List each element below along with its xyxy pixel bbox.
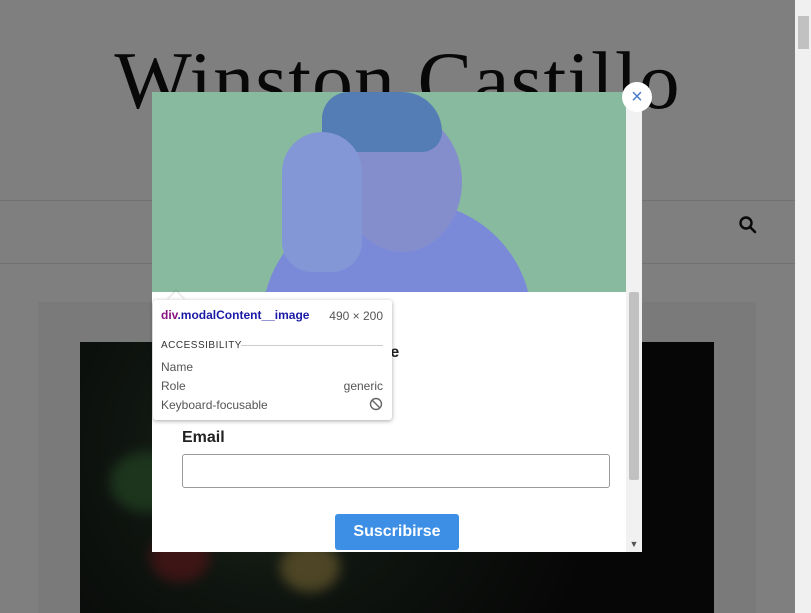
tooltip-row-label: Name	[161, 360, 194, 374]
tooltip-row-name: Name	[161, 360, 383, 374]
subscribe-button[interactable]: Suscribirse	[335, 514, 459, 550]
tooltip-row-value: generic	[343, 379, 383, 393]
modal-scrollbar-thumb[interactable]	[629, 292, 639, 480]
page-scrollbar-thumb[interactable]	[798, 16, 809, 49]
inspect-highlight	[152, 92, 626, 292]
tooltip-section-heading: ACCESSIBILITY	[161, 340, 242, 351]
close-button[interactable]: ×	[622, 82, 652, 112]
tooltip-selector: div.modalContent__image	[161, 308, 309, 322]
scroll-down-arrow-icon[interactable]: ▼	[626, 536, 642, 552]
tooltip-divider	[241, 345, 383, 346]
tooltip-row-role: Role generic	[161, 379, 383, 393]
tooltip-row-keyboard-focusable: Keyboard-focusable	[161, 397, 383, 412]
modal-image	[152, 92, 626, 292]
tooltip-row-label: Role	[161, 379, 186, 393]
tooltip-class: .modalContent__image	[177, 308, 310, 322]
tooltip-row-label: Keyboard-focusable	[161, 398, 268, 412]
page-scrollbar[interactable]	[795, 0, 811, 613]
not-allowed-icon	[369, 397, 383, 411]
email-label: Email	[182, 429, 225, 446]
tooltip-size: 490 × 200	[329, 309, 383, 323]
devtools-inspect-tooltip: div.modalContent__image 490 × 200 ACCESS…	[153, 300, 392, 420]
tooltip-tag: div	[161, 308, 178, 322]
email-input[interactable]	[182, 454, 610, 488]
